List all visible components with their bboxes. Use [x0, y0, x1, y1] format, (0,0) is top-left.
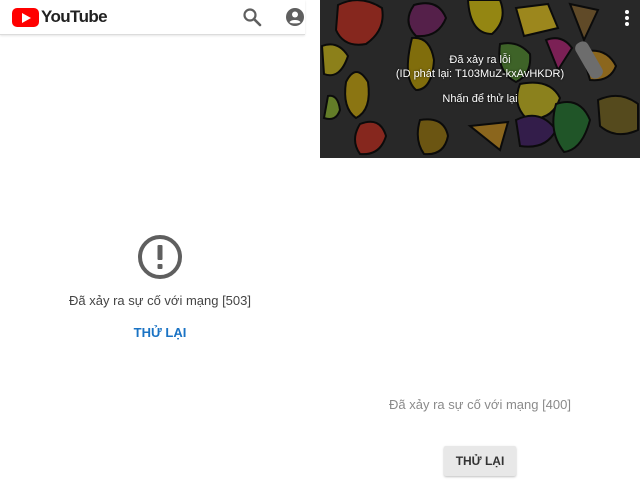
logo-text: YouTube	[41, 7, 108, 26]
network-error-message: Đã xảy ra sự cố với mạng [503]	[69, 293, 251, 308]
more-vert-icon[interactable]	[624, 10, 630, 28]
video-player[interactable]: Đã xảy ra lỗi (ID phát lại: T103MuZ-kxAv…	[320, 0, 640, 158]
player-tap-to-retry[interactable]: Nhấn để thử lại	[320, 93, 640, 105]
account-circle-icon[interactable]	[283, 5, 307, 29]
network-error-message-400: Đã xảy ra sự cố với mạng [400]	[389, 397, 571, 412]
retry-button[interactable]: THỬ LẠI	[444, 446, 516, 476]
player-playback-id: (ID phát lại: T103MuZ-kxAvHKDR)	[395, 68, 565, 80]
player-error-title: Đã xảy ra lỗi	[449, 54, 511, 66]
youtube-play-icon	[12, 7, 39, 27]
retry-link[interactable]: THỬ LẠI	[0, 325, 320, 340]
exclamation-circle-icon	[138, 235, 182, 279]
search-icon[interactable]	[240, 5, 264, 29]
youtube-logo[interactable]: YouTube	[12, 7, 108, 27]
app-header: YouTube	[0, 0, 305, 35]
left-screen: YouTube Đã xảy ra sự cố với mạng [503] T…	[0, 0, 305, 480]
